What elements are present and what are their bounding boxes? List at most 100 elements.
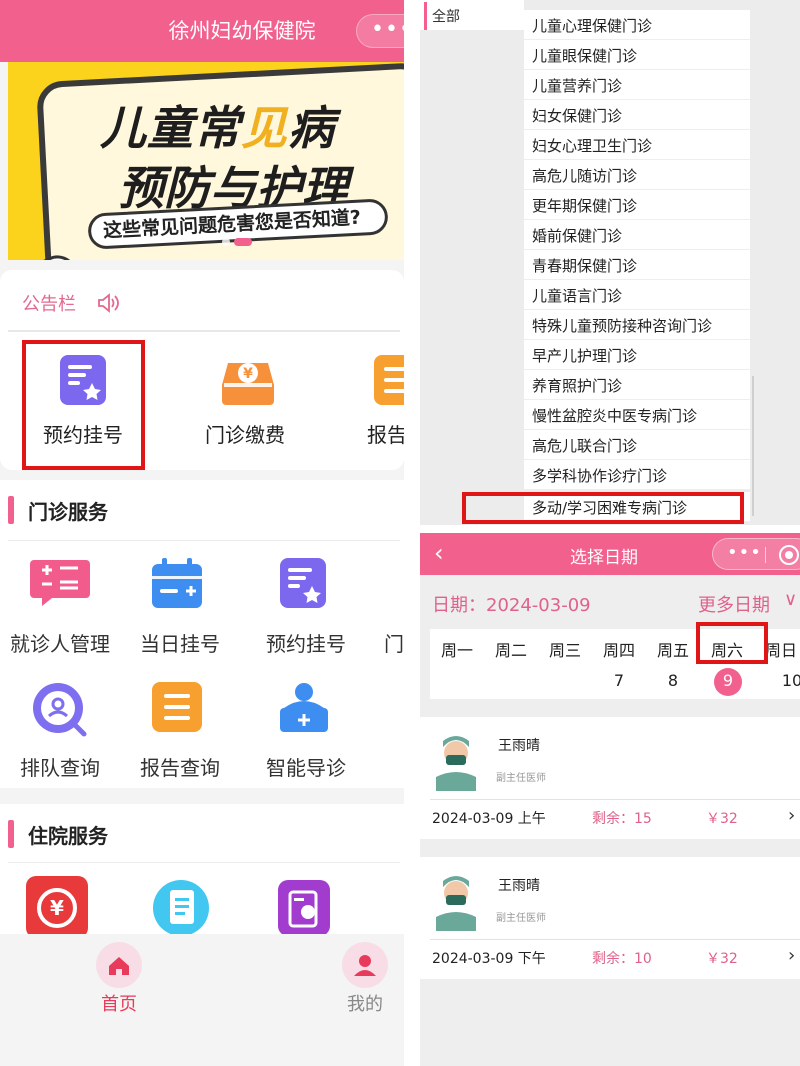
department-item[interactable]: 高危儿随访门诊 bbox=[524, 160, 750, 190]
banner-pagination bbox=[222, 238, 262, 246]
weekday-fri: 周五 bbox=[656, 641, 689, 660]
chevron-right-icon[interactable]: › bbox=[788, 945, 795, 966]
user-icon bbox=[342, 942, 388, 988]
report-inquiry-item[interactable]: 报告查询 bbox=[120, 680, 240, 790]
outpatient-title: 门诊服务 bbox=[28, 500, 108, 524]
more-menu-button[interactable]: ••• bbox=[727, 542, 762, 563]
chevron-right-icon[interactable]: › bbox=[788, 805, 795, 826]
inpatient-bill-icon[interactable] bbox=[276, 878, 332, 934]
payment-tray-icon: ¥ bbox=[222, 363, 274, 405]
department-item[interactable]: 妇女心理卫生门诊 bbox=[524, 130, 750, 160]
slot-time: 2024-03-09 下午 bbox=[432, 951, 546, 967]
category-all[interactable]: 全部 bbox=[420, 0, 524, 30]
department-item[interactable]: 儿童营养门诊 bbox=[524, 70, 750, 100]
department-item[interactable]: 妇女保健门诊 bbox=[524, 100, 750, 130]
department-item[interactable]: 儿童眼保健门诊 bbox=[524, 40, 750, 70]
patient-management-item[interactable]: 就诊人管理 bbox=[0, 556, 120, 666]
same-day-registration-label: 当日挂号 bbox=[140, 632, 220, 656]
department-label: 妇女心理卫生门诊 bbox=[532, 137, 653, 155]
weekday-wed: 周三 bbox=[548, 641, 581, 660]
back-icon[interactable]: ‹ bbox=[434, 539, 444, 567]
slot-remaining: 剩余：15 bbox=[592, 811, 652, 827]
department-label: 青春期保健门诊 bbox=[532, 257, 638, 275]
doctor-slot-card[interactable]: 王雨晴 副主任医师 2024-03-09 上午 剩余：15 ￥32 › bbox=[420, 717, 800, 839]
highlight-appointment-box bbox=[22, 340, 145, 470]
doctor-name: 王雨晴 bbox=[498, 878, 540, 894]
pagination-dot-active[interactable] bbox=[234, 238, 252, 246]
doctor-title: 副主任医师 bbox=[496, 773, 546, 784]
department-list-page: 全部 儿童心理保健门诊 儿童眼保健门诊 儿童营养门诊 妇女保健门诊 妇女心理卫生… bbox=[420, 0, 800, 525]
day-9-selected[interactable]: 9 bbox=[701, 671, 755, 690]
patient-chat-icon bbox=[30, 560, 90, 606]
department-label: 妇女保健门诊 bbox=[532, 107, 623, 125]
department-label: 儿童眼保健门诊 bbox=[532, 47, 638, 65]
home-header: 徐州妇幼保健院 ••• bbox=[0, 0, 404, 62]
slot-price: ￥32 bbox=[706, 951, 738, 967]
queue-inquiry-item[interactable]: 排队查询 bbox=[0, 680, 120, 790]
day-8[interactable]: 8 bbox=[646, 671, 700, 690]
report-doc-icon bbox=[152, 682, 202, 732]
calendar-plus-icon bbox=[152, 558, 202, 608]
outpatient-divider bbox=[8, 540, 400, 541]
department-item[interactable]: 青春期保健门诊 bbox=[524, 250, 750, 280]
list-scrollbar[interactable] bbox=[752, 376, 754, 516]
day-10[interactable]: 10 bbox=[765, 671, 800, 690]
clinic-payment-label: 门诊缴费 bbox=[205, 423, 285, 447]
capsule-menu: ••• bbox=[712, 538, 800, 570]
smart-triage-item[interactable]: 智能导诊 bbox=[246, 680, 366, 790]
doctor-slot-card[interactable]: 王雨晴 副主任医师 2024-03-09 下午 剩余：10 ￥32 › bbox=[420, 857, 800, 979]
appointment-registration-item[interactable]: 预约挂号 bbox=[246, 556, 366, 666]
department-item[interactable]: 早产儿护理门诊 bbox=[524, 340, 750, 370]
close-target-icon[interactable] bbox=[779, 545, 799, 565]
report-doc-icon bbox=[374, 355, 404, 405]
outpatient-item-cut-off[interactable]: 门 bbox=[376, 556, 404, 666]
inpatient-payment-icon[interactable]: ¥ bbox=[24, 874, 90, 934]
home-page: 徐州妇幼保健院 ••• 儿童常见病 预防与护理 这些常见问题危害您是否知道? 公… bbox=[0, 0, 404, 1066]
department-item[interactable]: 多学科协作诊疗门诊 bbox=[524, 460, 750, 490]
department-label: 慢性盆腔炎中医专病门诊 bbox=[532, 407, 698, 425]
more-menu-button[interactable]: ••• bbox=[356, 14, 404, 48]
report-quick-action[interactable]: 报告查 bbox=[334, 345, 404, 465]
category-active-bar bbox=[424, 2, 427, 30]
department-item[interactable]: 养育照护门诊 bbox=[524, 370, 750, 400]
svg-text:¥: ¥ bbox=[50, 896, 64, 920]
department-item[interactable]: 特殊儿童预防接种咨询门诊 bbox=[524, 310, 750, 340]
more-dates-button[interactable]: 更多日期 bbox=[698, 591, 770, 617]
date-selection-page: ‹ 选择日期 ••• 日期：2024-03-09 更多日期 ∨ 周一 周二 周三… bbox=[420, 533, 800, 1066]
doctor-card-divider bbox=[430, 939, 800, 940]
department-item[interactable]: 儿童心理保健门诊 bbox=[524, 10, 750, 40]
weekday-tue: 周二 bbox=[494, 641, 527, 660]
selected-date-text: 日期：2024-03-09 bbox=[432, 595, 591, 616]
department-label: 早产儿护理门诊 bbox=[532, 347, 638, 365]
inpatient-document-icon[interactable] bbox=[152, 878, 210, 934]
weekday-mon: 周一 bbox=[440, 641, 473, 660]
tab-home-label: 首页 bbox=[101, 994, 137, 1015]
department-label: 高危儿联合门诊 bbox=[532, 437, 638, 455]
category-all-label: 全部 bbox=[432, 9, 460, 25]
department-label: 儿童营养门诊 bbox=[532, 77, 623, 95]
chevron-down-icon[interactable]: ∨ bbox=[784, 589, 797, 610]
department-label: 儿童语言门诊 bbox=[532, 287, 623, 305]
date-page-title: 选择日期 bbox=[570, 548, 638, 568]
department-item[interactable]: 高危儿联合门诊 bbox=[524, 430, 750, 460]
department-label: 更年期保健门诊 bbox=[532, 197, 638, 215]
department-label: 多学科协作诊疗门诊 bbox=[532, 467, 668, 485]
pagination-dot[interactable] bbox=[222, 238, 230, 246]
department-label: 高危儿随访门诊 bbox=[532, 167, 638, 185]
day-7[interactable]: 7 bbox=[592, 671, 646, 690]
same-day-registration-item[interactable]: 当日挂号 bbox=[120, 556, 240, 666]
hospital-title: 徐州妇幼保健院 bbox=[168, 19, 316, 43]
speaker-icon bbox=[98, 293, 119, 313]
department-item[interactable]: 婚前保健门诊 bbox=[524, 220, 750, 250]
weekday-thu: 周四 bbox=[602, 641, 635, 660]
home-icon bbox=[96, 942, 142, 988]
department-item[interactable]: 儿童语言门诊 bbox=[524, 280, 750, 310]
inpatient-title: 住院服务 bbox=[28, 824, 108, 848]
outpatient-item-cut-label: 门 bbox=[384, 632, 404, 656]
doctor-name: 王雨晴 bbox=[498, 738, 540, 754]
clinic-payment-quick-action[interactable]: ¥ 门诊缴费 bbox=[182, 345, 302, 465]
department-item[interactable]: 更年期保健门诊 bbox=[524, 190, 750, 220]
department-item[interactable]: 慢性盆腔炎中医专病门诊 bbox=[524, 400, 750, 430]
notice-board-label[interactable]: 公告栏 bbox=[22, 290, 76, 316]
date-page-header: ‹ 选择日期 ••• bbox=[420, 533, 800, 575]
